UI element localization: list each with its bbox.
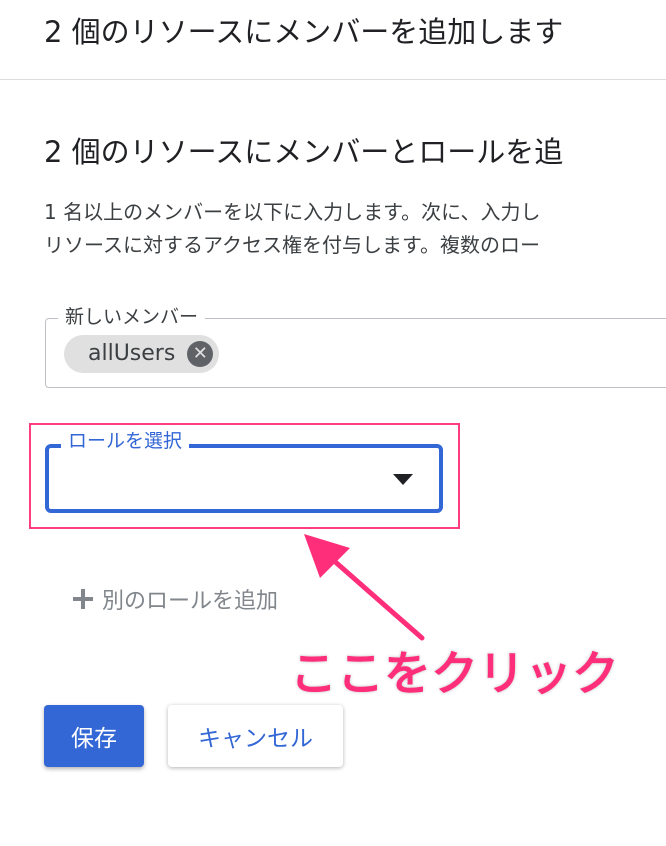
role-select-dropdown[interactable]: ロールを選択 [45,428,443,513]
dropdown-arrow-icon [393,474,413,485]
page-title: 2 個のリソースにメンバーを追加します [44,15,564,49]
new-members-field[interactable]: 新しいメンバー allUsers ✕ [45,304,666,388]
role-select-label: ロールを選択 [61,428,190,454]
add-role-label: 別のロールを追加 [102,589,279,614]
cancel-button[interactable]: キャンセル [168,705,343,767]
section-title: 2 個のリソースにメンバーとロールを追 [44,135,564,169]
annotation-click-here-text: ここをクリック [286,643,624,707]
description-line-2: リソースに対するアクセス権を付与します。複数のロー [44,233,540,257]
dialog-header: 2 個のリソースにメンバーを追加します [0,0,666,80]
member-chip-label: allUsers [88,341,176,366]
description-line-1: 1 名以上のメンバーを以下に入力します。次に、入力し [44,200,541,224]
chip-remove-icon[interactable]: ✕ [187,341,214,367]
description: 1 名以上のメンバーを以下に入力します。次に、入力し リソースに対するアクセス権… [44,196,540,262]
annotation-arrow-icon [304,534,425,641]
add-role-button[interactable]: 別のロールを追加 [72,582,278,616]
save-button[interactable]: 保存 [44,705,144,767]
new-members-label: 新しいメンバー [58,304,206,330]
member-chip-allusers: allUsers ✕ [64,335,220,373]
plus-icon [72,588,94,610]
